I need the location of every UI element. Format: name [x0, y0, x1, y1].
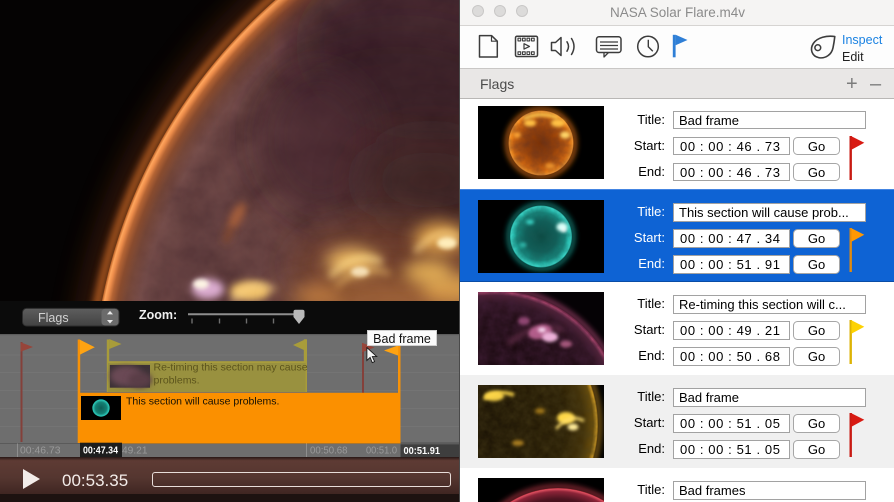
svg-text:00:51.91: 00:51.91 [404, 445, 441, 457]
svg-text:problems.: problems. [154, 375, 200, 387]
svg-text:Re-timing this section may cau: Re-timing this section may cause [154, 362, 308, 374]
svg-text:49.21: 49.21 [122, 445, 148, 457]
svg-text:Flags: Flags [38, 311, 69, 325]
svg-text:This section will cause proble: This section will cause problems. [126, 396, 279, 408]
svg-text:00:50.68: 00:50.68 [310, 445, 348, 457]
svg-text:Zoom:: Zoom: [139, 308, 177, 322]
svg-text:00:51.0: 00:51.0 [366, 445, 397, 457]
svg-text:00:47.34: 00:47.34 [83, 446, 118, 457]
svg-text:00:46.73: 00:46.73 [20, 445, 61, 457]
